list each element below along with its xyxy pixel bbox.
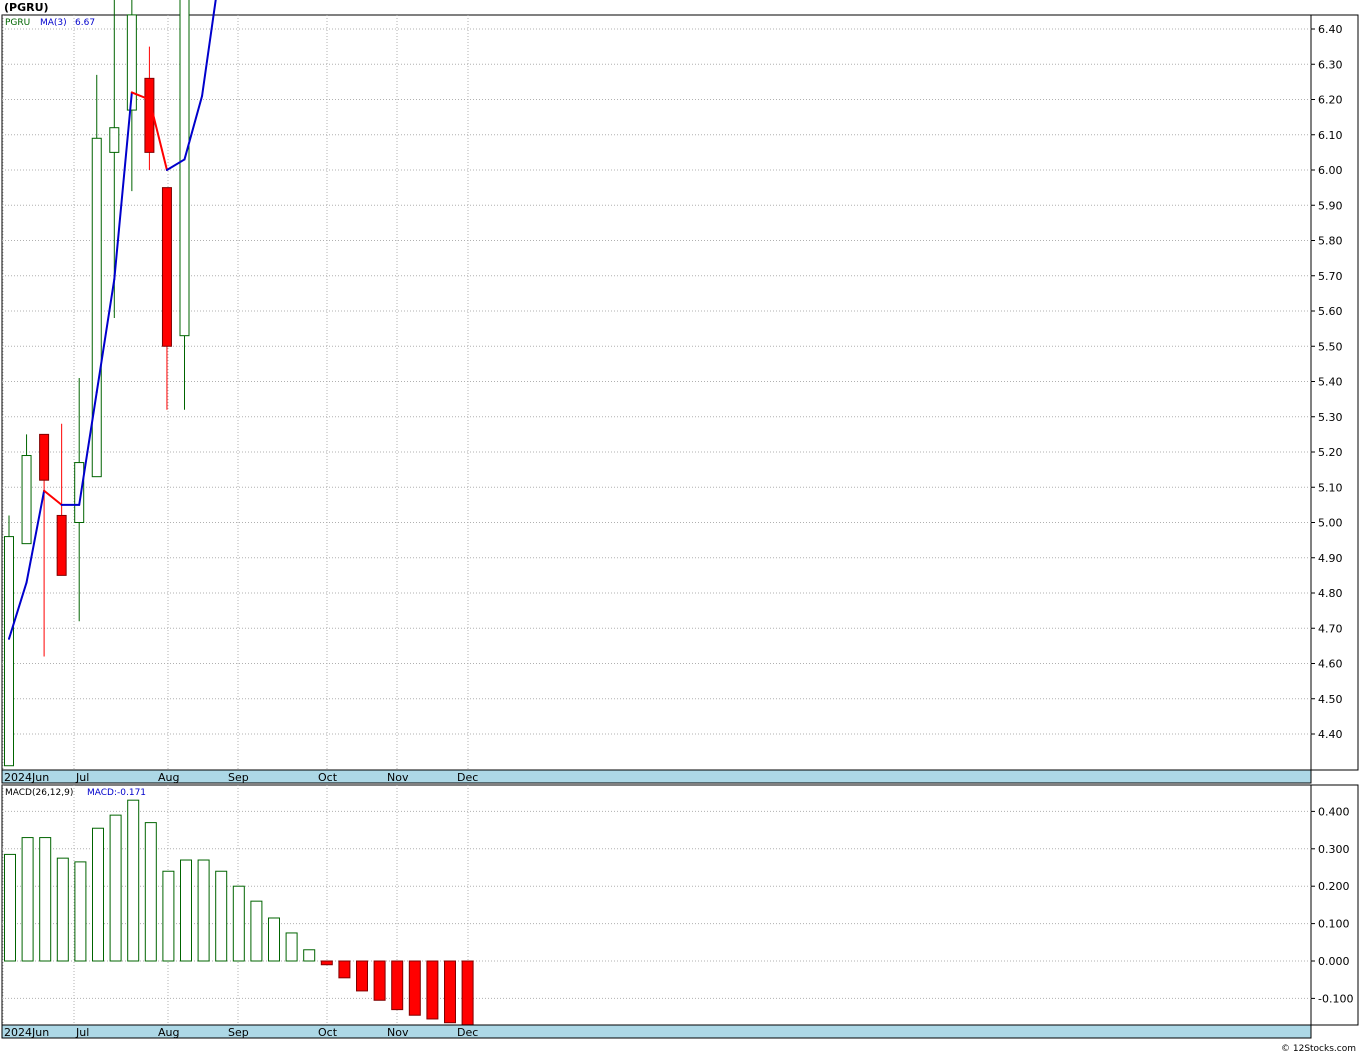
macd-bar <box>215 870 228 962</box>
price-tick-label: 4.70 <box>1318 622 1343 635</box>
price-tick-label: 4.60 <box>1318 658 1343 671</box>
macd-month-label: Jul <box>75 1026 89 1039</box>
macd-bar <box>162 870 175 962</box>
price-month-label: Sep <box>228 771 249 784</box>
watermark: © 12Stocks.com <box>1281 1044 1356 1054</box>
macd-pane: -0.100 0.000 0.100 0.200 0.300 0.400 2024Jun Ju… <box>1 784 1359 1039</box>
candle-body <box>179 0 190 337</box>
legend-symbol: PGRU <box>5 18 30 28</box>
macd-bar <box>320 960 333 966</box>
macd-tick-label: 0.100 <box>1318 918 1350 931</box>
price-tick-label: 6.30 <box>1318 58 1343 71</box>
legend-ma-value: 6.67 <box>75 18 95 28</box>
macd-tick-label: 0.000 <box>1318 955 1350 968</box>
macd-bar <box>426 960 439 1020</box>
price-plot-frame <box>1 14 1312 771</box>
macd-bar <box>197 859 210 962</box>
macd-bar <box>391 960 404 1011</box>
macd-bar <box>250 900 263 962</box>
macd-bar <box>461 960 474 1026</box>
price-tick-label: 5.70 <box>1318 270 1343 283</box>
macd-tick-label: 0.400 <box>1318 805 1350 818</box>
price-tick-label: 5.30 <box>1318 411 1343 424</box>
price-tick-label: 6.00 <box>1318 164 1343 177</box>
price-tick-label: 5.40 <box>1318 376 1343 389</box>
macd-bar <box>303 949 316 962</box>
macd-bar <box>408 960 421 1016</box>
chart-title: (PGRU) <box>4 1 49 14</box>
macd-bar <box>74 861 87 962</box>
price-month-label: 2024Jun <box>4 771 49 784</box>
macd-bar <box>373 960 386 1001</box>
macd-month-label: Sep <box>228 1026 249 1039</box>
price-tick-label: 5.10 <box>1318 481 1343 494</box>
price-tick-label: 6.50 <box>1318 0 1343 1</box>
candle-body <box>4 536 14 767</box>
macd-tick-label: -0.100 <box>1318 992 1353 1005</box>
macd-month-label: Aug <box>158 1026 179 1039</box>
macd-axis-frame <box>1310 784 1359 1026</box>
macd-month-label: Dec <box>457 1026 478 1039</box>
price-month-label: Oct <box>318 771 338 784</box>
macd-bar <box>444 960 456 1024</box>
candle-body <box>21 455 32 545</box>
macd-bar <box>4 853 16 962</box>
macd-bar <box>180 859 192 962</box>
macd-month-label: 2024Jun <box>4 1026 49 1039</box>
macd-bar <box>21 837 34 962</box>
price-month-strip <box>1 769 1312 784</box>
price-month-label: Dec <box>457 771 478 784</box>
macd-legend-value: MACD:-0.171 <box>87 788 146 798</box>
price-tick-label: 6.40 <box>1318 23 1343 36</box>
macd-legend-title: MACD(26,12,9) <box>5 788 73 798</box>
macd-bar <box>109 814 122 962</box>
macd-bar <box>338 960 351 979</box>
candle-body <box>91 137 102 478</box>
candle-body <box>161 187 172 347</box>
macd-bar <box>92 827 104 962</box>
macd-bar <box>144 822 157 962</box>
macd-bar <box>127 799 140 962</box>
price-tick-label: 5.20 <box>1318 446 1343 459</box>
macd-month-strip <box>1 1024 1312 1039</box>
candle-body <box>109 127 120 153</box>
candle-body <box>39 433 50 481</box>
price-tick-label: 4.40 <box>1318 728 1343 741</box>
candle-body <box>56 514 67 576</box>
macd-bar <box>232 885 245 962</box>
price-tick-label: 6.20 <box>1318 94 1343 107</box>
price-month-label: Nov <box>387 771 409 784</box>
price-tick-label: 4.80 <box>1318 587 1343 600</box>
price-tick-label: 6.10 <box>1318 129 1343 142</box>
price-tick-label: 5.00 <box>1318 517 1343 530</box>
macd-bar <box>268 917 280 962</box>
price-tick-label: 4.90 <box>1318 552 1343 565</box>
macd-tick-label: 0.300 <box>1318 843 1350 856</box>
macd-bar <box>285 932 298 962</box>
macd-bar <box>56 857 69 962</box>
macd-tick-label: 0.200 <box>1318 880 1350 893</box>
stock-chart: 4.40 4.50 4.60 4.70 4.80 4.90 5.00 5.10 5.20 5.30… <box>0 0 1360 1056</box>
macd-bar <box>356 960 368 992</box>
price-tick-label: 5.50 <box>1318 340 1343 353</box>
price-tick-label: 5.60 <box>1318 305 1343 318</box>
macd-month-label: Oct <box>318 1026 338 1039</box>
price-pane: 4.40 4.50 4.60 4.70 4.80 4.90 5.00 5.10 5.20 5.30… <box>1 0 1359 784</box>
legend-ma-label: MA(3) <box>40 18 67 28</box>
price-month-label: Aug <box>158 771 179 784</box>
price-tick-label: 4.50 <box>1318 693 1343 706</box>
candle-body <box>74 462 85 524</box>
price-month-label: Jul <box>75 771 89 784</box>
macd-month-label: Nov <box>387 1026 409 1039</box>
price-tick-label: 5.90 <box>1318 199 1343 212</box>
price-tick-label: 5.80 <box>1318 235 1343 248</box>
macd-bar <box>39 837 52 962</box>
